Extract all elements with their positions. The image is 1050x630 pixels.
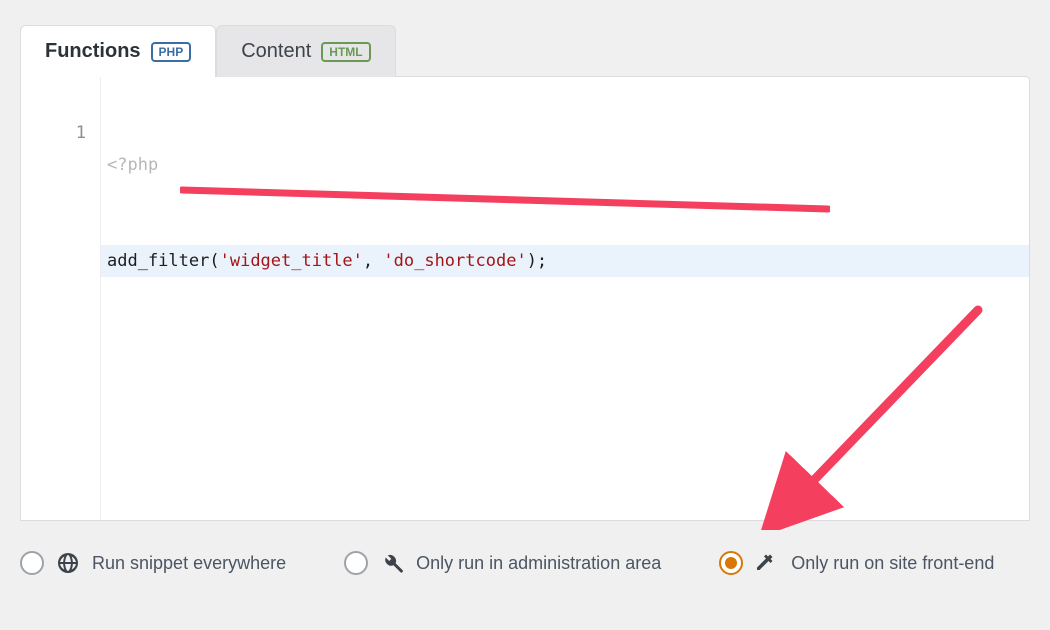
- php-badge: PHP: [151, 42, 192, 62]
- editor-code-area[interactable]: <?php add_filter('widget_title', 'do_sho…: [101, 77, 1029, 520]
- tab-functions[interactable]: Functions PHP: [20, 25, 216, 77]
- editor-gutter: 1: [21, 77, 101, 520]
- radio-front-end[interactable]: [719, 551, 743, 575]
- line-number-1: 1: [21, 117, 86, 149]
- code-editor[interactable]: 1 <?php add_filter('widget_title', 'do_s…: [20, 76, 1030, 521]
- tab-content[interactable]: Content HTML: [216, 25, 395, 77]
- code-line-open-tag: <?php: [101, 149, 1029, 181]
- option-admin-label: Only run in administration area: [416, 553, 661, 574]
- option-everywhere-label: Run snippet everywhere: [92, 553, 286, 574]
- html-badge: HTML: [321, 42, 370, 62]
- wrench-icon: [380, 551, 404, 575]
- option-everywhere[interactable]: Run snippet everywhere: [20, 551, 286, 575]
- option-admin[interactable]: Only run in administration area: [344, 551, 661, 575]
- hammer-icon: [755, 551, 779, 575]
- radio-admin[interactable]: [344, 551, 368, 575]
- globe-icon: [56, 551, 80, 575]
- code-line-1: add_filter('widget_title', 'do_shortcode…: [101, 245, 1029, 277]
- tab-functions-label: Functions: [45, 40, 141, 63]
- run-scope-options: Run snippet everywhere Only run in admin…: [20, 521, 1030, 575]
- tab-content-label: Content: [241, 40, 311, 63]
- code-type-tabs: Functions PHP Content HTML: [20, 24, 1030, 76]
- option-front-end-label: Only run on site front-end: [791, 553, 994, 574]
- option-front-end[interactable]: Only run on site front-end: [719, 551, 994, 575]
- radio-everywhere[interactable]: [20, 551, 44, 575]
